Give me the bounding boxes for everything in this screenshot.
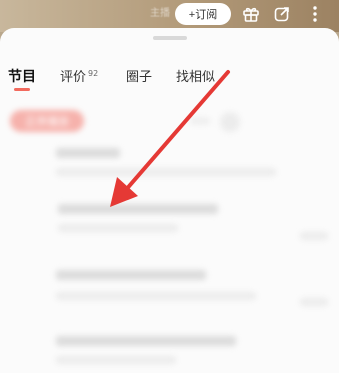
annotation-arrow-icon [110,70,230,207]
